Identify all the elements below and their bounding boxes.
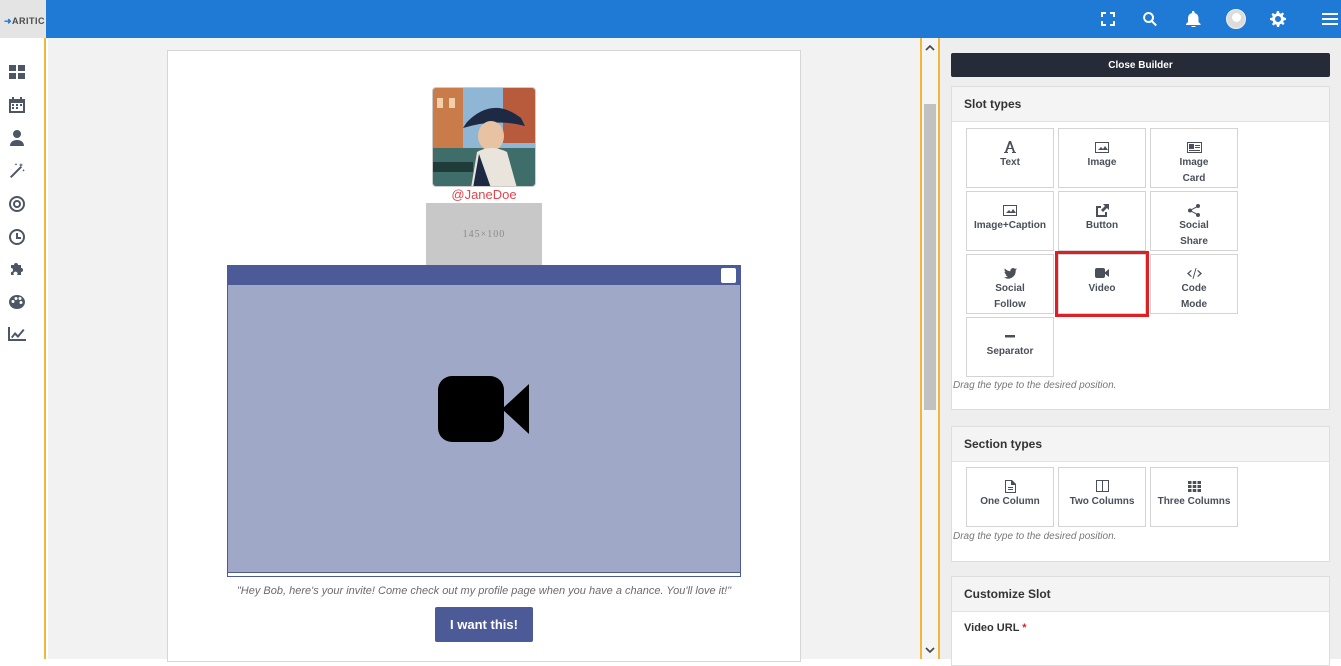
clock-icon[interactable] (8, 228, 26, 246)
sidebar (0, 38, 46, 659)
video-url-label: Video URL * (964, 622, 1027, 634)
search-icon[interactable] (1140, 9, 1160, 29)
logo-text: ARITIC (12, 16, 46, 26)
cta-button[interactable]: I want this! (435, 607, 533, 642)
avatar[interactable] (1226, 9, 1246, 29)
user-icon[interactable] (8, 129, 26, 147)
profile-photo[interactable] (432, 87, 536, 187)
logo[interactable]: ➜ARITIC (0, 0, 46, 38)
builder-canvas: @JaneDoe 145×100 "Hey Bob, here's your i… (48, 38, 920, 662)
text-icon (1004, 139, 1016, 155)
gear-icon[interactable] (1268, 9, 1288, 29)
puzzle-icon[interactable] (8, 260, 26, 278)
slot-type-video[interactable]: Video (1055, 251, 1149, 317)
fullscreen-icon[interactable] (1098, 9, 1118, 29)
canvas-scrollbar[interactable] (920, 38, 940, 659)
builder-panel: Close Builder Slot types Text Image Imag… (940, 38, 1341, 666)
video-icon (1095, 265, 1109, 281)
slot-type-image[interactable]: Image (1058, 128, 1146, 188)
target-icon[interactable] (8, 195, 26, 213)
video-camera-icon (438, 376, 530, 447)
slot-type-button[interactable]: Button (1058, 191, 1146, 251)
close-builder-button[interactable]: Close Builder (951, 53, 1330, 77)
grid-icon (1187, 478, 1201, 494)
top-bar: ➜ARITIC (0, 0, 1341, 38)
bell-icon[interactable] (1183, 9, 1203, 29)
section-types-title: Section types (952, 427, 1329, 462)
section-types-card: Section types One Column Two Columns Thr… (951, 426, 1330, 562)
palette-icon[interactable] (8, 293, 26, 311)
video-slot[interactable] (227, 265, 741, 577)
image-caption-icon (1003, 202, 1017, 218)
section-type-one-column[interactable]: One Column (966, 467, 1054, 527)
scroll-down-icon[interactable] (925, 645, 935, 655)
email-preview: @JaneDoe 145×100 "Hey Bob, here's your i… (167, 50, 801, 662)
menu-icon[interactable] (1320, 9, 1340, 29)
scroll-up-icon[interactable] (925, 42, 935, 52)
slot-type-separator[interactable]: Separator (966, 317, 1054, 377)
profile-handle: @JaneDoe (451, 187, 517, 202)
section-type-two-columns[interactable]: Two Columns (1058, 467, 1146, 527)
external-link-icon (1095, 202, 1109, 218)
slot-type-image-card[interactable]: Image Card (1150, 128, 1238, 188)
scroll-thumb[interactable] (924, 104, 936, 410)
image-icon (1095, 139, 1109, 155)
dashboard-icon[interactable] (8, 63, 26, 81)
slot-types-title: Slot types (952, 87, 1329, 122)
invite-quote: "Hey Bob, here's your invite! Come check… (236, 585, 732, 597)
calendar-icon[interactable] (8, 96, 26, 114)
slot-toolbar (228, 266, 740, 285)
section-type-three-columns[interactable]: Three Columns (1150, 467, 1238, 527)
wand-icon[interactable] (8, 162, 26, 180)
twitter-icon (1003, 265, 1017, 281)
minus-icon (1005, 328, 1015, 344)
columns-icon (1095, 478, 1109, 494)
section-types-hint: Drag the type to the desired position. (953, 531, 1117, 542)
chart-icon[interactable] (8, 325, 26, 343)
placeholder-label: 145×100 (462, 228, 506, 240)
slot-type-text[interactable]: Text (966, 128, 1054, 188)
slot-drag-handle[interactable] (721, 268, 736, 283)
customize-slot-title: Customize Slot (952, 577, 1329, 612)
slot-types-hint: Drag the type to the desired position. (953, 380, 1117, 391)
slot-type-social-follow[interactable]: Social Follow (966, 254, 1054, 314)
code-icon (1186, 265, 1202, 281)
customize-slot-card: Customize Slot Video URL * (951, 576, 1330, 666)
slot-type-social-share[interactable]: Social Share (1150, 191, 1238, 251)
slot-type-code-mode[interactable]: Code Mode (1150, 254, 1238, 314)
slot-types-card: Slot types Text Image Image Card Image+C… (951, 86, 1330, 410)
image-placeholder[interactable]: 145×100 (426, 203, 542, 265)
share-icon (1188, 202, 1200, 218)
file-icon (1004, 478, 1016, 494)
slot-type-image-caption[interactable]: Image+Caption (966, 191, 1054, 251)
id-card-icon (1186, 139, 1202, 155)
